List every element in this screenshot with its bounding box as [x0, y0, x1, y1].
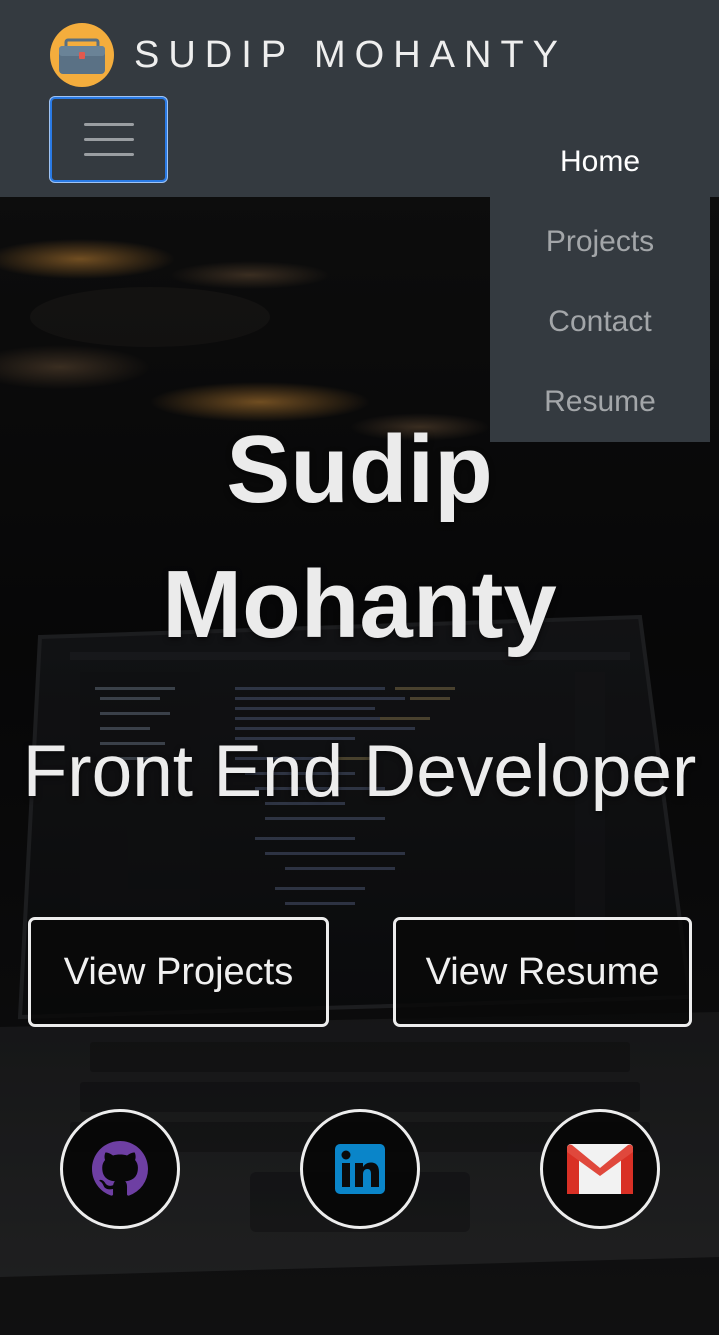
briefcase-icon — [50, 23, 114, 87]
gmail-link[interactable] — [540, 1109, 660, 1229]
hero-name: Sudip Mohanty — [162, 416, 557, 658]
github-icon — [92, 1141, 148, 1196]
hamburger-menu-icon — [83, 122, 134, 156]
github-link[interactable] — [60, 1109, 180, 1229]
nav-item-resume[interactable]: Resume — [490, 362, 710, 442]
hero-subtitle: Front End Developer — [22, 731, 697, 812]
nav-menu: Home Projects Contact Resume — [490, 122, 710, 442]
linkedin-icon — [335, 1144, 385, 1194]
linkedin-link[interactable] — [300, 1109, 420, 1229]
gmail-icon — [567, 1144, 633, 1194]
view-projects-button[interactable]: View Projects — [28, 917, 329, 1027]
nav-item-projects[interactable]: Projects — [490, 202, 710, 282]
navbar-toggler-button[interactable] — [50, 97, 167, 182]
brand[interactable]: SUDIP MOHANTY — [50, 22, 567, 88]
view-resume-button[interactable]: View Resume — [393, 917, 692, 1027]
brand-name: SUDIP MOHANTY — [134, 33, 568, 76]
nav-item-home[interactable]: Home — [490, 122, 710, 202]
nav-item-contact[interactable]: Contact — [490, 282, 710, 362]
